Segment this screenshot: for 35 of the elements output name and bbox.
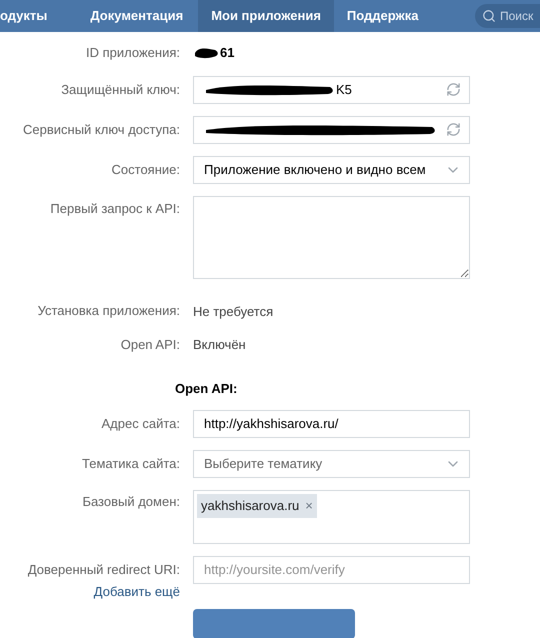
field-label: Open API:: [120, 336, 180, 354]
select-field[interactable]: Приложение включено и видно всем: [193, 156, 470, 184]
field-value: K5: [336, 80, 352, 99]
select-field[interactable]: Выберите тематику: [193, 450, 470, 478]
field-value: Включён: [193, 336, 246, 354]
field-placeholder: http://yoursite.com/verify: [204, 561, 345, 580]
nav-tab[interactable]: Поддержка: [334, 0, 432, 32]
field-label: Сервисный ключ доступа:: [23, 120, 180, 138]
field-label: Состояние:: [112, 160, 180, 178]
nav-tab[interactable]: Документация: [77, 0, 198, 32]
search-placeholder: Поиск: [500, 8, 534, 25]
select-placeholder: Выберите тематику: [204, 455, 322, 474]
field-label: Базовый домен:: [82, 493, 180, 511]
field-label: ID приложения:: [86, 44, 180, 62]
field-label: Защищённый ключ:: [61, 80, 180, 98]
field-label: Адрес сайта:: [102, 415, 180, 433]
field-value: Не требуется: [193, 302, 274, 321]
select-value: Приложение включено и видно всем: [204, 160, 426, 179]
add-more-link[interactable]: Добавить ещё: [94, 583, 180, 601]
section-heading: Open API:: [175, 380, 238, 396]
field-label: Первый запрос к API:: [50, 200, 180, 218]
text-field[interactable]: http://yoursite.com/verify: [193, 556, 470, 584]
tags-field[interactable]: yakhshisarova.ru ×: [193, 490, 470, 544]
field-value: 61: [220, 44, 234, 62]
text-field[interactable]: http://yakhshisarova.ru/: [193, 410, 470, 438]
nav-tab[interactable]: Мои приложения: [198, 0, 334, 32]
remove-tag-button[interactable]: ×: [305, 496, 313, 516]
search-field[interactable]: Поиск: [475, 4, 540, 28]
field-label: Тематика сайта:: [82, 455, 180, 473]
nav-tab[interactable]: одукты: [0, 0, 78, 32]
text-field[interactable]: K5: [193, 76, 470, 104]
tag-text: yakhshisarova.ru: [201, 497, 300, 515]
field-value: http://yakhshisarova.ru/: [204, 415, 338, 434]
field-label: Установка приложения:: [38, 302, 180, 320]
field-label: Доверенный redirect URI:: [28, 561, 180, 579]
